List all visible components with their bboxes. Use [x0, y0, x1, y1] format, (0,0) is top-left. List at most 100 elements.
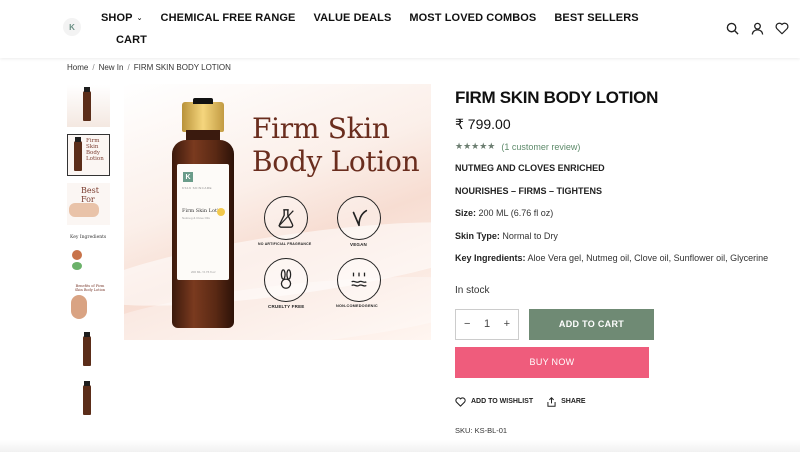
breadcrumb-new-in[interactable]: New In	[99, 63, 124, 72]
thumbnail-key-ingredients[interactable]: Key Ingredients	[67, 232, 110, 274]
thumbnail-bottle-back[interactable]	[67, 379, 110, 421]
skin-swatch-image	[69, 203, 99, 217]
stock-status: In stock	[455, 284, 490, 296]
product-size: Size: 200 ML (6.76 fl oz)	[455, 207, 785, 220]
thumbnail-bottle-on-fabric[interactable]	[67, 85, 110, 127]
add-to-cart-button[interactable]: ADD TO CART	[529, 308, 654, 340]
nav-item-best-sellers[interactable]: BEST SELLERS	[554, 12, 638, 24]
purchase-row: − 1 + ADD TO CART	[455, 308, 785, 340]
drops-icon	[351, 272, 367, 287]
product-sku: SKU: KS-BL-01	[455, 425, 508, 435]
tagline-enriched: NUTMEG AND CLOVES ENRICHED	[455, 162, 785, 175]
nav-item-combos[interactable]: MOST LOVED COMBOS	[409, 12, 536, 24]
quantity-increase-button[interactable]: +	[504, 318, 510, 330]
nav-item-value-deals[interactable]: VALUE DEALS	[313, 12, 391, 24]
badge-cruelty-free	[264, 258, 308, 302]
product-main-image[interactable]: K KS19 SKINCARE Firm Skin Lotion Nutmeg …	[124, 84, 431, 340]
label-brand: KS19 SKINCARE	[182, 186, 213, 190]
flask-icon	[278, 209, 294, 228]
nav-item-shop[interactable]: SHOP ⌄	[101, 12, 143, 24]
breadcrumb: Home / New In / FIRM SKIN BODY LOTION	[67, 63, 231, 72]
bottom-fade	[0, 440, 800, 452]
thumbnail-title: Benefits of Firm Skin Body Lotion	[74, 284, 106, 292]
tagline-benefits: NOURISHES – FIRMS – TIGHTENS	[455, 185, 785, 198]
product-actions: ADD TO WISHLIST SHARE	[455, 396, 785, 407]
product-title: FIRM SKIN BODY LOTION	[455, 88, 659, 107]
review-count-link[interactable]: (1 customer review)	[501, 142, 580, 152]
lotion-bottle: K KS19 SKINCARE Firm Skin Lotion Nutmeg …	[172, 98, 234, 330]
buy-now-button[interactable]: BUY NOW	[455, 346, 649, 378]
image-title-line2: Body Lotion	[252, 145, 420, 178]
thumbnail-title: Key Ingredients	[70, 235, 107, 240]
bottle-label: K KS19 SKINCARE Firm Skin Lotion Nutmeg …	[177, 164, 229, 280]
tagline-enriched-text: NUTMEG AND CLOVES ENRICHED	[455, 163, 605, 173]
share-link[interactable]: SHARE	[547, 396, 586, 407]
quantity-value[interactable]: 1	[484, 318, 490, 330]
ingredient-image	[72, 262, 82, 270]
thumbnail-benefits[interactable]: Benefits of Firm Skin Body Lotion	[67, 281, 110, 323]
chevron-down-icon: ⌄	[136, 14, 143, 22]
thumbnail-title: Firm Skin Body Lotion	[86, 138, 104, 163]
breadcrumb-separator: /	[92, 63, 95, 72]
badge-vegan	[337, 196, 381, 240]
brand-logo[interactable]: K	[63, 18, 81, 36]
model-face-image	[71, 295, 87, 319]
label-subtitle: Nutmeg & Clove Oils	[182, 216, 210, 220]
nav-shop-label: SHOP	[101, 11, 133, 24]
thumbnail-best-for[interactable]: Best For	[67, 183, 110, 225]
star-rating-icon: ★★★★★	[455, 141, 496, 151]
thumbnail-gallery: Firm Skin Body Lotion Best For Key Ingre…	[67, 85, 111, 428]
quantity-decrease-button[interactable]: −	[464, 318, 470, 330]
label-logo: K	[183, 172, 193, 182]
user-icon[interactable]	[749, 20, 765, 36]
header-icons	[724, 20, 790, 36]
breadcrumb-home[interactable]: Home	[67, 63, 88, 72]
leaf-icon	[352, 209, 368, 227]
logo-letter: K	[69, 22, 75, 32]
thumbnail-firm-skin-badges[interactable]: Firm Skin Body Lotion	[67, 134, 110, 176]
breadcrumb-separator: /	[127, 63, 130, 72]
image-title-line1: Firm Skin	[252, 112, 390, 145]
product-ingredients: Key Ingredients: Aloe Vera gel, Nutmeg o…	[455, 252, 785, 265]
add-to-wishlist-link[interactable]: ADD TO WISHLIST	[455, 397, 533, 407]
ingredients-label: Key Ingredients:	[455, 253, 526, 264]
bottle-cap	[182, 98, 224, 132]
heart-icon[interactable]	[774, 20, 790, 36]
mini-bottle-image	[83, 332, 91, 366]
quantity-stepper: − 1 +	[455, 308, 519, 340]
breadcrumb-current: FIRM SKIN BODY LOTION	[133, 63, 231, 72]
ingredients-value: Aloe Vera gel, Nutmeg oil, Clove oil, Su…	[527, 253, 769, 264]
mini-bottle-image	[83, 381, 91, 415]
size-value: 200 ML (6.76 fl oz)	[478, 208, 554, 219]
rabbit-icon	[280, 269, 292, 289]
badge-label: NON-COMEDOGENIC	[336, 304, 378, 308]
image-product-title: Firm Skin Body Lotion	[252, 112, 420, 178]
share-label: SHARE	[561, 398, 586, 406]
mini-bottle-image	[74, 137, 82, 171]
tagline-benefits-text: NOURISHES – FIRMS – TIGHTENS	[455, 185, 603, 196]
main-nav: SHOP ⌄ CHEMICAL FREE RANGE VALUE DEALS MO…	[101, 10, 657, 47]
size-label: Size:	[455, 208, 477, 219]
mini-bottle-image	[83, 87, 91, 121]
ingredient-image	[72, 250, 82, 260]
product-info: FIRM SKIN BODY LOTION ₹ 799.00 ★★★★★ (1 …	[455, 88, 785, 435]
thumbnail-title: Best For	[81, 186, 99, 204]
heart-icon	[455, 397, 466, 407]
label-volume: 200 ML / 6.76 fl oz	[191, 270, 216, 274]
badge-label: VEGAN	[350, 242, 368, 247]
skin-type-value: Normal to Dry	[502, 230, 558, 241]
badge-no-fragrance	[264, 196, 308, 240]
product-rating: ★★★★★ (1 customer review)	[455, 141, 785, 152]
nav-item-cart[interactable]: CART	[116, 34, 147, 46]
product-price: ₹ 799.00	[455, 116, 511, 132]
search-icon[interactable]	[724, 20, 740, 36]
label-dot	[217, 208, 225, 216]
nav-item-chemical-free[interactable]: CHEMICAL FREE RANGE	[161, 12, 296, 24]
skin-type-label: Skin Type:	[455, 230, 500, 241]
badge-label: NO ARTIFICIAL FRAGRANCE	[258, 242, 312, 246]
product-skin-type: Skin Type: Normal to Dry	[455, 230, 785, 243]
badge-label: CRUELTY FREE	[268, 304, 305, 309]
share-icon	[547, 396, 556, 407]
wishlist-label: ADD TO WISHLIST	[471, 398, 534, 406]
thumbnail-bottle-front[interactable]	[67, 330, 110, 372]
